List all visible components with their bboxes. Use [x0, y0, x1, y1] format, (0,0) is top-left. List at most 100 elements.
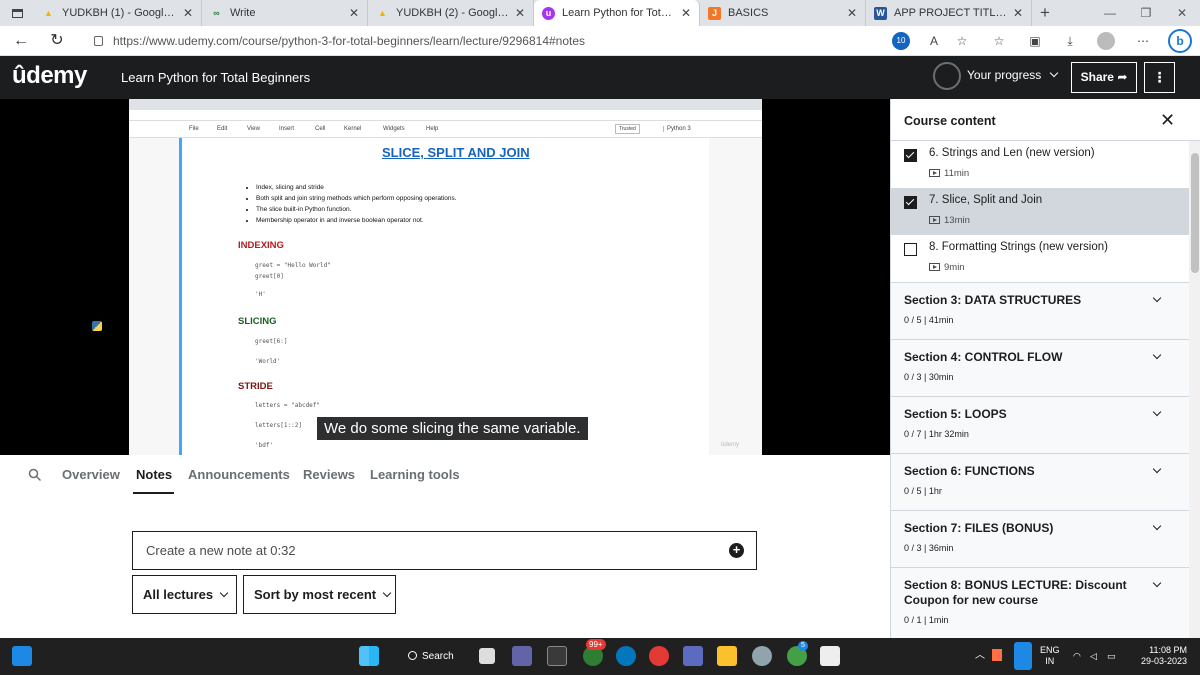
bing-icon[interactable]: b [1168, 29, 1192, 53]
video-player[interactable]: File Edit View Insert Cell Kernel Widget… [0, 99, 890, 455]
stride-code: letters = "abcdef" letters[1::2]'bdf' [255, 402, 321, 449]
progress-ring-icon[interactable] [933, 62, 961, 90]
section-header[interactable]: Section 7: FILES (BONUS) 0 / 3 | 36min [891, 510, 1189, 567]
profile-avatar[interactable] [1097, 32, 1115, 50]
chevron-down-icon [1049, 68, 1058, 78]
collections-icon[interactable]: ▣ [1026, 32, 1044, 50]
sidebar-scrollbar[interactable] [1189, 141, 1200, 638]
lecture-checkbox[interactable] [904, 243, 917, 256]
add-note-icon[interactable]: + [729, 543, 744, 558]
battery-icon[interactable]: ▭ [1107, 651, 1116, 662]
tab-udemy[interactable]: u Learn Python for Total Begi✕ [534, 0, 700, 26]
lock-icon [94, 36, 103, 46]
close-tab-icon[interactable]: ✕ [681, 6, 691, 20]
indexing-heading: INDEXING [238, 240, 284, 251]
write-icon: ∞ [213, 8, 220, 18]
chevron-down-icon [1152, 350, 1162, 360]
lecture-filter-dropdown[interactable]: All lectures [132, 575, 237, 614]
sort-dropdown[interactable]: Sort by most recent [243, 575, 396, 614]
chevron-down-icon [1152, 464, 1162, 474]
chat-icon[interactable] [512, 646, 532, 666]
browser-tab-bar: ▲ YUDKBH (1) - Google Drive✕ ∞ Write✕ ▲ … [0, 0, 1200, 26]
chrome-icon[interactable] [649, 646, 669, 666]
volume-icon[interactable]: ◁ [1090, 651, 1097, 662]
lecture-item[interactable]: 8. Formatting Strings (new version) 9min [891, 235, 1189, 282]
tab-google-drive-2[interactable]: ▲ YUDKBH (2) - Google Drive✕ [368, 0, 534, 26]
udemy-logo[interactable]: ûdemy [12, 62, 87, 90]
reload-icon[interactable]: ↻ [46, 30, 68, 52]
extension-icon[interactable]: 10 [892, 32, 910, 50]
task-view-icon[interactable] [479, 648, 495, 664]
create-note-input[interactable]: Create a new note at 0:32 + [132, 531, 757, 570]
tab-word-doc[interactable]: W APP PROJECT TITLE.docx - M✕ [866, 0, 1032, 26]
read-aloud-icon[interactable]: A [925, 32, 943, 50]
tab-announcements[interactable]: Announcements [188, 467, 290, 482]
more-menu-icon[interactable]: ⋯ [1134, 32, 1152, 50]
windows-start-icon[interactable] [359, 646, 379, 666]
minimize-button[interactable]: — [1092, 0, 1128, 26]
widgets-icon[interactable] [547, 646, 567, 666]
section-header[interactable]: Section 6: FUNCTIONS 0 / 5 | 1hr [891, 453, 1189, 510]
course-title[interactable]: Learn Python for Total Beginners [121, 70, 310, 85]
new-tab-button[interactable]: + [1032, 0, 1058, 26]
section-header[interactable]: Section 4: CONTROL FLOW 0 / 3 | 30min [891, 339, 1189, 396]
lecture-item-current[interactable]: 7. Slice, Split and Join 13min [891, 188, 1189, 235]
favorite-star-icon[interactable]: ☆ [953, 32, 971, 50]
course-content-sidebar: Course content ✕ 6. Strings and Len (new… [890, 99, 1200, 638]
restore-button[interactable]: ❐ [1128, 0, 1164, 26]
whatsapp-badge: 5 [798, 641, 808, 651]
more-options-button[interactable]: ⋮ [1144, 62, 1175, 93]
jupyter-icon: J [708, 6, 721, 20]
close-icon[interactable]: ✕ [1160, 110, 1175, 131]
video-frame: File Edit View Insert Cell Kernel Widget… [129, 99, 762, 455]
close-window-button[interactable]: ✕ [1164, 0, 1200, 26]
lecture-item[interactable]: 6. Strings and Len (new version) 11min [891, 141, 1189, 188]
tab-notes[interactable]: Notes [136, 467, 172, 482]
favorites-icon[interactable]: ☆ [990, 32, 1008, 50]
tab-basics[interactable]: J BASICS ✕ [700, 0, 866, 26]
video-icon [929, 263, 940, 271]
lecture-tabs-area: Overview Notes Announcements Reviews Lea… [0, 455, 890, 638]
scrollbar-thumb[interactable] [1191, 153, 1199, 273]
section-header[interactable]: Section 5: LOOPS 0 / 7 | 1hr 32min [891, 396, 1189, 453]
notebook-menu: File Edit View Insert Cell Kernel Widget… [129, 121, 762, 138]
clock[interactable]: 11:08 PM 29-03-2023 [1133, 645, 1187, 667]
lecture-checkbox[interactable] [904, 196, 917, 209]
close-tab-icon[interactable]: ✕ [847, 6, 857, 20]
lecture-checkbox[interactable] [904, 149, 917, 162]
close-tab-icon[interactable]: ✕ [1013, 6, 1023, 20]
window-menu-icon[interactable] [0, 0, 34, 26]
your-progress-button[interactable]: Your progress [967, 68, 1058, 82]
sidebar-title: Course content [904, 114, 996, 128]
sidebar-header: Course content ✕ [891, 99, 1200, 141]
wifi-icon[interactable]: ◠ [1073, 651, 1081, 662]
tab-reviews[interactable]: Reviews [303, 467, 355, 482]
file-explorer-icon[interactable] [717, 646, 737, 666]
tray-app-icon[interactable] [992, 649, 1002, 661]
tab-write[interactable]: ∞ Write ✕ [202, 0, 368, 26]
desktop-icon[interactable] [12, 646, 32, 666]
snipping-tool-icon[interactable] [820, 646, 840, 666]
tab-overview[interactable]: Overview [62, 467, 120, 482]
section-header[interactable]: Section 3: DATA STRUCTURES 0 / 5 | 41min [891, 282, 1189, 339]
close-tab-icon[interactable]: ✕ [183, 6, 193, 20]
share-button[interactable]: Share ➦ [1071, 62, 1137, 93]
back-arrow-icon[interactable]: ← [10, 30, 32, 52]
microphone-icon[interactable] [1014, 642, 1032, 670]
tab-learning-tools[interactable]: Learning tools [370, 467, 460, 482]
chevron-down-icon [1152, 521, 1162, 531]
downloads-icon[interactable]: ⤓ [1061, 32, 1079, 50]
edge-icon[interactable] [616, 646, 636, 666]
url-field[interactable]: https://www.udemy.com/course/python-3-fo… [94, 31, 585, 51]
search-icon[interactable] [28, 468, 42, 482]
close-tab-icon[interactable]: ✕ [349, 6, 359, 20]
teams-icon[interactable] [683, 646, 703, 666]
close-tab-icon[interactable]: ✕ [515, 6, 525, 20]
language-indicator[interactable]: ENG IN [1040, 645, 1060, 667]
google-drive-icon: ▲ [378, 8, 387, 18]
chevron-up-icon[interactable]: ︿ [975, 650, 985, 661]
section-header[interactable]: Section 8: BONUS LECTURE: Discount Coupo… [891, 567, 1189, 638]
settings-icon[interactable] [752, 646, 772, 666]
taskbar-search[interactable]: Search [396, 645, 466, 668]
tab-google-drive-1[interactable]: ▲ YUDKBH (1) - Google Drive✕ [34, 0, 202, 26]
